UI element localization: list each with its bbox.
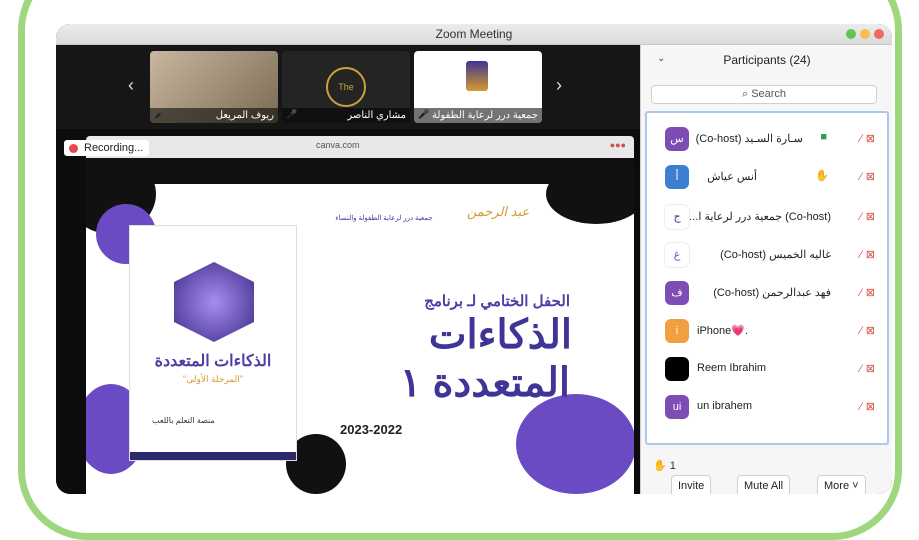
organization-logo xyxy=(466,61,488,91)
participant-name: سـارة السـيد (Co-host) xyxy=(695,133,803,145)
panel-title: Participants (24) xyxy=(723,53,811,67)
participant-name: فهد عبدالرحمن (Co-host) xyxy=(713,287,831,299)
participant-row[interactable]: أ أنس عياش ✋ ⁄⊠ xyxy=(647,159,887,195)
participant-row[interactable]: ui un ibrahem ⁄⊠ xyxy=(647,389,887,425)
avatar: i xyxy=(665,319,689,343)
slide-year: 2023-2022 xyxy=(340,422,403,437)
mute-video-icons: ⁄⊠ xyxy=(859,249,879,261)
browser-toolbar: canva.com ●●● xyxy=(86,136,634,158)
participant-row[interactable]: س سـارة السـيد (Co-host) ■ ⁄⊠ xyxy=(647,121,887,157)
video-area: ‹ 🎤 ريوف المريعل The 🎤 مشاري الناصر 🎤 جم… xyxy=(56,45,640,494)
mute-all-button[interactable]: Mute All xyxy=(737,475,791,494)
brain-hand-image xyxy=(174,262,254,342)
slide-heading: الحفل الختامي لـ برنامج xyxy=(424,293,570,310)
participant-row[interactable]: ف فهد عبدالرحمن (Co-host) ⁄⊠ xyxy=(647,275,887,311)
avatar: ف xyxy=(665,281,689,305)
slide-title-line1: الذكاءات xyxy=(428,313,572,357)
poster: الذكاءات المتعددة "المرحلة الأولى" منصة … xyxy=(130,226,296,460)
close-window-button[interactable] xyxy=(874,29,884,39)
chevron-down-icon: ˅ xyxy=(852,480,859,492)
participant-name: غاليه الخميس (Co-host) xyxy=(720,249,831,261)
mute-video-icons: ⁄⊠ xyxy=(859,363,879,375)
decorative-blob xyxy=(516,394,634,494)
more-label: More xyxy=(824,480,850,492)
poster-subtitle: "المرحلة الأولى" xyxy=(183,374,243,384)
zoom-window-button[interactable] xyxy=(846,29,856,39)
thumbnail-name: ريوف المريعل xyxy=(150,108,278,123)
avatar: ui xyxy=(665,395,689,419)
avatar: ج xyxy=(665,205,689,229)
program-logo: عبد الرحمن xyxy=(466,204,530,219)
participant-name: iPhone💗. xyxy=(697,325,749,337)
search-icon: ⌕ xyxy=(741,88,749,100)
raised-hand-icon: ✋ xyxy=(815,170,829,182)
avatar-logo: The xyxy=(326,67,366,107)
next-page-arrow-icon[interactable]: › xyxy=(556,75,562,96)
thumbnail-name: جمعية درر لرعاية الطفولة xyxy=(414,108,542,123)
avatar xyxy=(665,357,689,381)
zoom-window: Zoom Meeting ‹ 🎤 ريوف المريعل The 🎤 مشار… xyxy=(56,24,892,494)
video-on-icon: ■ xyxy=(820,131,827,143)
search-input[interactable]: ⌕ Search xyxy=(651,85,877,104)
avatar: أ xyxy=(665,165,689,189)
participant-name: un ibrahem xyxy=(697,400,753,412)
mute-video-icons: ⁄⊠ xyxy=(859,325,879,337)
mute-video-icons: ⁄⊠ xyxy=(859,133,879,145)
window-title: Zoom Meeting xyxy=(435,27,513,41)
poster-title: الذكاءات المتعددة xyxy=(154,353,272,370)
participant-row[interactable]: i iPhone💗. ⁄⊠ xyxy=(647,313,887,349)
participant-row[interactable]: ج (Co-host) جمعية درر لرعاية ا... ⁄⊠ xyxy=(647,199,887,235)
participant-name: (Co-host) جمعية درر لرعاية ا... xyxy=(689,211,831,223)
thumbnail-name: مشاري الناصر xyxy=(282,108,410,123)
participant-name: أنس عياش xyxy=(707,171,757,183)
more-button[interactable]: More ˅ xyxy=(817,475,866,494)
raised-hand-icon: ✋ xyxy=(653,460,667,472)
participants-panel: ⌄ Participants (24) ⌕ Search س سـارة الس… xyxy=(640,45,892,494)
poster-platform: منصة التعلم باللعب xyxy=(152,416,215,425)
mute-video-icons: ⁄⊠ xyxy=(859,401,879,413)
prev-page-arrow-icon[interactable]: ‹ xyxy=(128,75,134,96)
avatar: غ xyxy=(665,243,689,267)
window-controls xyxy=(846,29,884,39)
mute-video-icons: ⁄⊠ xyxy=(859,287,879,299)
record-dot-icon xyxy=(69,144,78,153)
avatar: س xyxy=(665,127,689,151)
participant-thumbnail[interactable]: The 🎤 مشاري الناصر xyxy=(282,51,410,123)
invite-button[interactable]: Invite xyxy=(671,475,712,494)
association-logo: جمعية درر لرعاية الطفولة والنساء xyxy=(335,215,433,222)
presentation-slide: جمعية درر لرعاية الطفولة والنساء عبد الر… xyxy=(86,158,634,494)
participant-list: س سـارة السـيد (Co-host) ■ ⁄⊠ أ أنس عياش… xyxy=(645,111,889,445)
participant-thumbnail[interactable]: 🎤 ريوف المريعل xyxy=(150,51,278,123)
recording-indicator[interactable]: Recording... xyxy=(64,140,150,156)
raised-count: 1 xyxy=(669,460,676,472)
mute-video-icons: ⁄⊠ xyxy=(859,211,879,223)
url-bar[interactable]: canva.com xyxy=(316,140,360,150)
slide-title-line2: المتعددة ١ xyxy=(399,361,570,405)
search-placeholder: Search xyxy=(751,88,787,100)
decorative-blob xyxy=(546,164,634,224)
raised-hands-count: ✋ 1 xyxy=(653,459,676,472)
participant-row[interactable]: غ غاليه الخميس (Co-host) ⁄⊠ xyxy=(647,237,887,273)
thumbnail-strip: ‹ 🎤 ريوف المريعل The 🎤 مشاري الناصر 🎤 جم… xyxy=(56,45,640,129)
title-bar: Zoom Meeting xyxy=(56,24,892,45)
participant-row[interactable]: Reem Ibrahim ⁄⊠ xyxy=(647,351,887,387)
recording-label: Recording... xyxy=(84,142,144,154)
screen-share: جمعية درر لرعاية الطفولة والنساء عبد الر… xyxy=(86,158,634,494)
participant-thumbnail[interactable]: 🎤 جمعية درر لرعاية الطفولة xyxy=(414,51,542,123)
participant-name: Reem Ibrahim xyxy=(697,362,767,374)
mute-video-icons: ⁄⊠ xyxy=(859,171,879,183)
browser-dots-icon: ●●● xyxy=(609,140,626,150)
minimize-window-button[interactable] xyxy=(860,29,870,39)
